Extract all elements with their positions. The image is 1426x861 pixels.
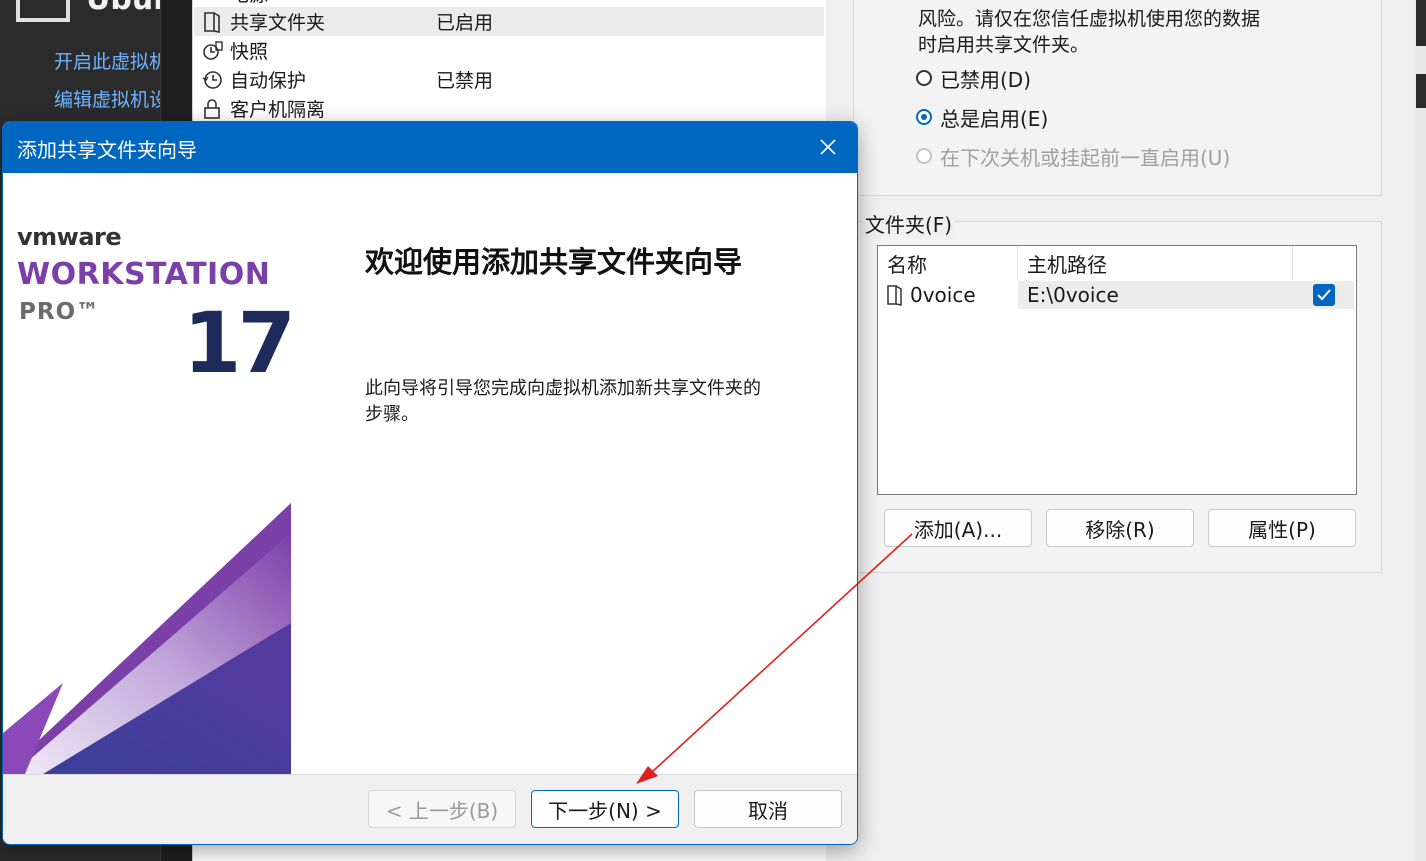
background-window-edge	[1416, 74, 1426, 108]
edit-vm-settings-label: 编辑虚拟机设置	[54, 88, 160, 111]
radio-label: 总是启用(E)	[940, 106, 1049, 131]
column-header-host-path[interactable]: 主机路径	[1018, 246, 1293, 280]
brand-edition: PRO™	[19, 299, 101, 325]
radio-always-enabled[interactable]: 总是启用(E)	[916, 104, 1049, 131]
cancel-button[interactable]: 取消	[694, 790, 842, 828]
close-button[interactable]	[811, 130, 845, 164]
radio-circle-selected[interactable]	[916, 109, 932, 125]
option-item-guest-isolation[interactable]: 客户机隔离	[194, 94, 824, 123]
checkmark-icon	[1316, 289, 1331, 301]
shared-folder-icon	[194, 11, 230, 33]
radio-circle[interactable]	[916, 70, 932, 86]
option-item-shared-folders[interactable]: 共享文件夹 已启用	[194, 7, 824, 36]
brand-version: 17	[183, 294, 291, 392]
option-name: 客户机隔离	[230, 99, 326, 121]
option-item-power[interactable]: 电源	[194, 0, 824, 7]
folders-group-legend: 文件夹(F)	[862, 209, 956, 238]
option-name: 自动保护	[230, 70, 307, 92]
brand-vmware: vmware	[17, 223, 122, 251]
banner-graphic	[3, 503, 291, 774]
wizard-description: 此向导将引导您完成向虚拟机添加新共享文件夹的步骤。	[365, 378, 761, 425]
table-header: 名称 主机路径	[878, 246, 1354, 280]
radio-disabled[interactable]: 已禁用(D)	[916, 65, 1032, 92]
power-on-vm-link[interactable]: 开启此虚拟机	[48, 46, 160, 74]
option-value: 已禁用	[436, 70, 494, 92]
radio-label: 已禁用(D)	[940, 67, 1032, 92]
cell-name: 0voice	[878, 283, 1018, 307]
option-item-autoprotect[interactable]: 自动保护 已禁用	[194, 65, 824, 94]
enabled-checkbox[interactable]	[1312, 284, 1335, 306]
cell-host-path: E:\0voice	[1018, 281, 1293, 309]
add-shared-folder-wizard-dialog: 添加共享文件夹向导 vmware WORKSTATION PRO™ 17 欢迎使…	[2, 121, 858, 845]
edit-vm-settings-link[interactable]: 编辑虚拟机设置	[48, 84, 160, 112]
dialog-title: 添加共享文件夹向导	[17, 138, 197, 162]
add-folder-button[interactable]: 添加(A)...	[884, 509, 1032, 547]
next-button[interactable]: 下一步(N) >	[531, 790, 679, 828]
vm-title: Ubuntu	[86, 0, 160, 17]
wizard-heading: 欢迎使用添加共享文件夹向导	[365, 245, 743, 279]
clock-icon	[194, 69, 230, 91]
power-on-vm-label: 开启此虚拟机	[54, 50, 160, 73]
radio-circle-disabled	[916, 148, 932, 164]
wizard-banner: vmware WORKSTATION PRO™ 17	[3, 173, 291, 774]
radio-label: 在下次关机或挂起前一直启用(U)	[940, 145, 1231, 170]
option-item-snapshots[interactable]: 快照	[194, 36, 824, 65]
radio-until-power-off: 在下次关机或挂起前一直启用(U)	[916, 143, 1231, 170]
folder-name: 0voice	[910, 283, 976, 307]
snapshot-icon	[194, 40, 230, 62]
background-window-edge	[1416, 0, 1426, 46]
folder-properties-button[interactable]: 属性(P)	[1208, 509, 1356, 547]
close-icon	[820, 139, 836, 155]
back-button: < 上一步(B)	[368, 790, 516, 828]
column-header-enabled[interactable]	[1293, 246, 1354, 280]
lock-icon	[194, 98, 230, 120]
option-value: 已启用	[436, 12, 494, 34]
window-edge	[1414, 0, 1426, 861]
sharing-warning-text: 时启用共享文件夹。	[918, 34, 1090, 56]
option-name: 共享文件夹	[230, 12, 326, 34]
option-name: 快照	[230, 41, 269, 63]
cell-enabled	[1293, 281, 1354, 309]
sharing-warning-text: 风险。请仅在您信任虚拟机使用您的数据	[918, 8, 1261, 30]
table-row[interactable]: 0voice E:\0voice	[878, 281, 1354, 309]
shared-folder-icon	[887, 285, 902, 306]
remove-folder-button[interactable]: 移除(R)	[1046, 509, 1194, 547]
vm-tab-icon	[16, 0, 70, 22]
option-name: 电源	[230, 0, 436, 7]
brand-product: WORKSTATION	[17, 257, 271, 292]
power-icon	[194, 0, 230, 2]
column-header-name[interactable]: 名称	[878, 246, 1018, 280]
